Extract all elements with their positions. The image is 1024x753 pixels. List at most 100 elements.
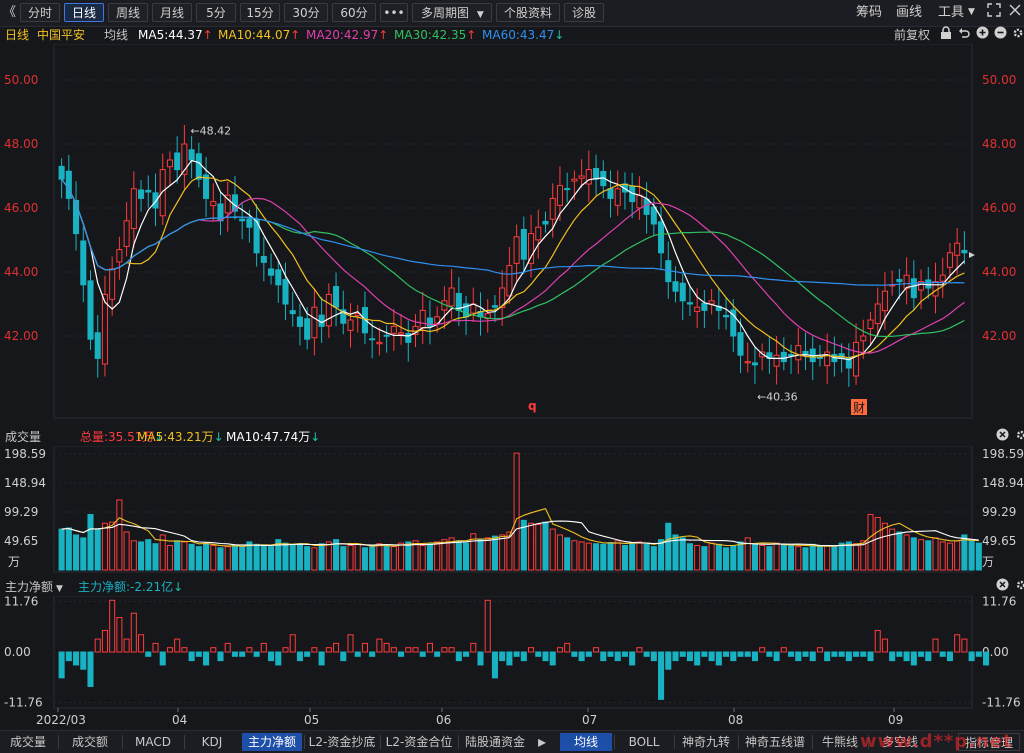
ma60-value: MA60:43.47↓ — [482, 28, 565, 42]
volume-bar — [109, 521, 116, 571]
candle-body — [773, 354, 780, 367]
volume-bar — [80, 537, 87, 571]
volume-bar — [138, 541, 145, 571]
ma5-value: MA5:44.37↑ — [138, 28, 213, 42]
undo-icon[interactable] — [958, 26, 970, 44]
period-tab-15min[interactable]: 15分 — [240, 3, 280, 22]
zoom-out-icon[interactable] — [994, 26, 1007, 44]
period-tab-monthly[interactable]: 月线 — [152, 3, 192, 22]
flow-bar — [679, 651, 686, 657]
multi-period-dropdown[interactable]: 多周期图 ▼ — [412, 3, 492, 22]
fullscreen-icon[interactable] — [987, 3, 1001, 22]
tools-button[interactable]: 工具 — [938, 3, 964, 22]
volume-close-icon[interactable] — [996, 428, 1009, 446]
flow-bar — [296, 651, 303, 662]
tab-magic-nine[interactable]: 神奇九转 — [676, 733, 736, 751]
volume-bar — [311, 547, 318, 571]
flow-bar — [939, 651, 946, 657]
flow-bar — [412, 647, 419, 653]
multi-period-label: 多周期图 — [421, 6, 470, 20]
period-tab-weekly[interactable]: 周线 — [108, 3, 148, 22]
flow-close-icon[interactable] — [996, 578, 1009, 596]
flow-bar — [463, 651, 470, 657]
close-icon[interactable] — [1009, 3, 1021, 22]
period-tab-daily[interactable]: 日线 — [64, 3, 104, 22]
candle-body — [708, 300, 715, 305]
tab-volume[interactable]: 成交量 — [0, 733, 56, 751]
settings-icon[interactable] — [1012, 26, 1024, 44]
flow-tick-label-right: 11.76 — [982, 596, 1016, 608]
flow-settings-icon[interactable] — [1015, 578, 1024, 596]
volume-bar — [528, 522, 535, 571]
flow-bar — [860, 651, 867, 657]
candle-body — [304, 318, 311, 340]
more-button[interactable]: ••• — [380, 3, 408, 22]
flow-title[interactable]: 主力净额 ▼ — [5, 578, 63, 598]
tab-l2-bottom[interactable]: L2-资金抄底 — [306, 733, 378, 751]
volume-bar — [694, 544, 701, 571]
stock-info-button[interactable]: 个股资料 — [496, 3, 560, 22]
flow-tick-label-left: -11.76 — [4, 696, 43, 710]
lock-icon[interactable] — [940, 26, 952, 45]
chip-distribution-button[interactable]: 筹码 — [856, 3, 882, 22]
price-chart-panel[interactable]: 50.00 50.00 48.00 48.00 46.00 46.00 44.00 44.00… — [0, 43, 1024, 428]
candle-body — [520, 228, 527, 260]
price-tick-label-left: 42.00 — [4, 329, 38, 343]
period-tab-5min[interactable]: 5分 — [196, 3, 236, 22]
volume-bar — [123, 531, 130, 571]
candle-body — [419, 309, 426, 329]
volume-bar — [824, 544, 831, 571]
price-tick-label-right: 42.00 — [982, 329, 1016, 343]
price-chart[interactable]: 50.00 50.00 48.00 48.00 46.00 46.00 44.00 44.00… — [0, 43, 1024, 428]
volume-title[interactable]: 成交量 — [5, 428, 41, 446]
volume-bar — [593, 543, 600, 571]
tab-boll[interactable]: BOLL — [616, 733, 672, 751]
flow-bar — [354, 651, 361, 657]
volume-bar — [896, 531, 903, 571]
flow-bar — [506, 651, 513, 666]
collapse-icon[interactable]: 《 — [3, 3, 16, 22]
draw-line-button[interactable]: 画线 — [896, 3, 922, 22]
zoom-in-icon[interactable] — [976, 26, 989, 44]
flow-bar — [788, 651, 795, 657]
flow-bar — [715, 651, 722, 666]
period-tab-30min[interactable]: 30分 — [284, 3, 328, 22]
tab-hk-connect[interactable]: 陆股通资金 — [460, 733, 530, 751]
tab-kdj[interactable]: KDJ — [186, 733, 238, 751]
volume-chart[interactable]: 198.59 198.59 148.94 148.94 99.29 99.29 49.65 4… — [0, 445, 1024, 574]
tab-magic-five-lines[interactable]: 神奇五线谱 — [740, 733, 810, 751]
flow-bar — [470, 642, 477, 653]
tab-l2-position[interactable]: L2-资金合位 — [382, 733, 456, 751]
flow-bar — [138, 634, 145, 653]
tab-main-net-flow[interactable]: 主力净额 — [242, 733, 302, 751]
ma-label[interactable]: 均线 — [104, 26, 128, 44]
flow-bar — [369, 651, 376, 657]
flow-bar — [390, 647, 397, 653]
tab-macd[interactable]: MACD — [124, 733, 182, 751]
diagnose-button[interactable]: 诊股 — [564, 3, 604, 22]
date-label: 08 — [728, 713, 743, 727]
flow-bar — [318, 651, 325, 666]
volume-chart-panel[interactable]: 198.59 198.59 148.94 148.94 99.29 99.29 49.65 4… — [0, 445, 1024, 574]
volume-settings-icon[interactable] — [1015, 428, 1024, 446]
candle-body — [73, 199, 80, 235]
ma60-line — [61, 178, 965, 286]
flow-bar — [658, 651, 665, 700]
volume-bar — [975, 542, 982, 571]
flow-bar — [686, 651, 693, 662]
flow-bar — [636, 647, 643, 653]
tab-turnover[interactable]: 成交额 — [60, 733, 120, 751]
tab-ma[interactable]: 均线 — [560, 733, 612, 751]
flow-chart[interactable]: 11.76 11.760.00 0.00-11.76 -11.762022/03 04 0… — [0, 594, 1024, 730]
flow-bar — [101, 629, 108, 653]
tab-bull-bear[interactable]: 牛熊线 — [814, 733, 866, 751]
volume-bar — [325, 541, 332, 571]
adjust-label[interactable]: 前复权 — [894, 26, 930, 44]
flow-chart-panel[interactable]: 11.76 11.76 0.00 0.00 -11.76 -11.76 2022/03 04 0… — [0, 594, 1024, 730]
tabs-scroll-right-icon[interactable]: ▸ — [532, 733, 552, 751]
flow-bar — [975, 651, 982, 657]
period-tab-60min[interactable]: 60分 — [332, 3, 376, 22]
period-tab-timeshare[interactable]: 分时 — [20, 3, 60, 22]
tools-chevron-down-icon[interactable]: ▼ — [968, 3, 975, 22]
volume-bar — [585, 542, 592, 571]
